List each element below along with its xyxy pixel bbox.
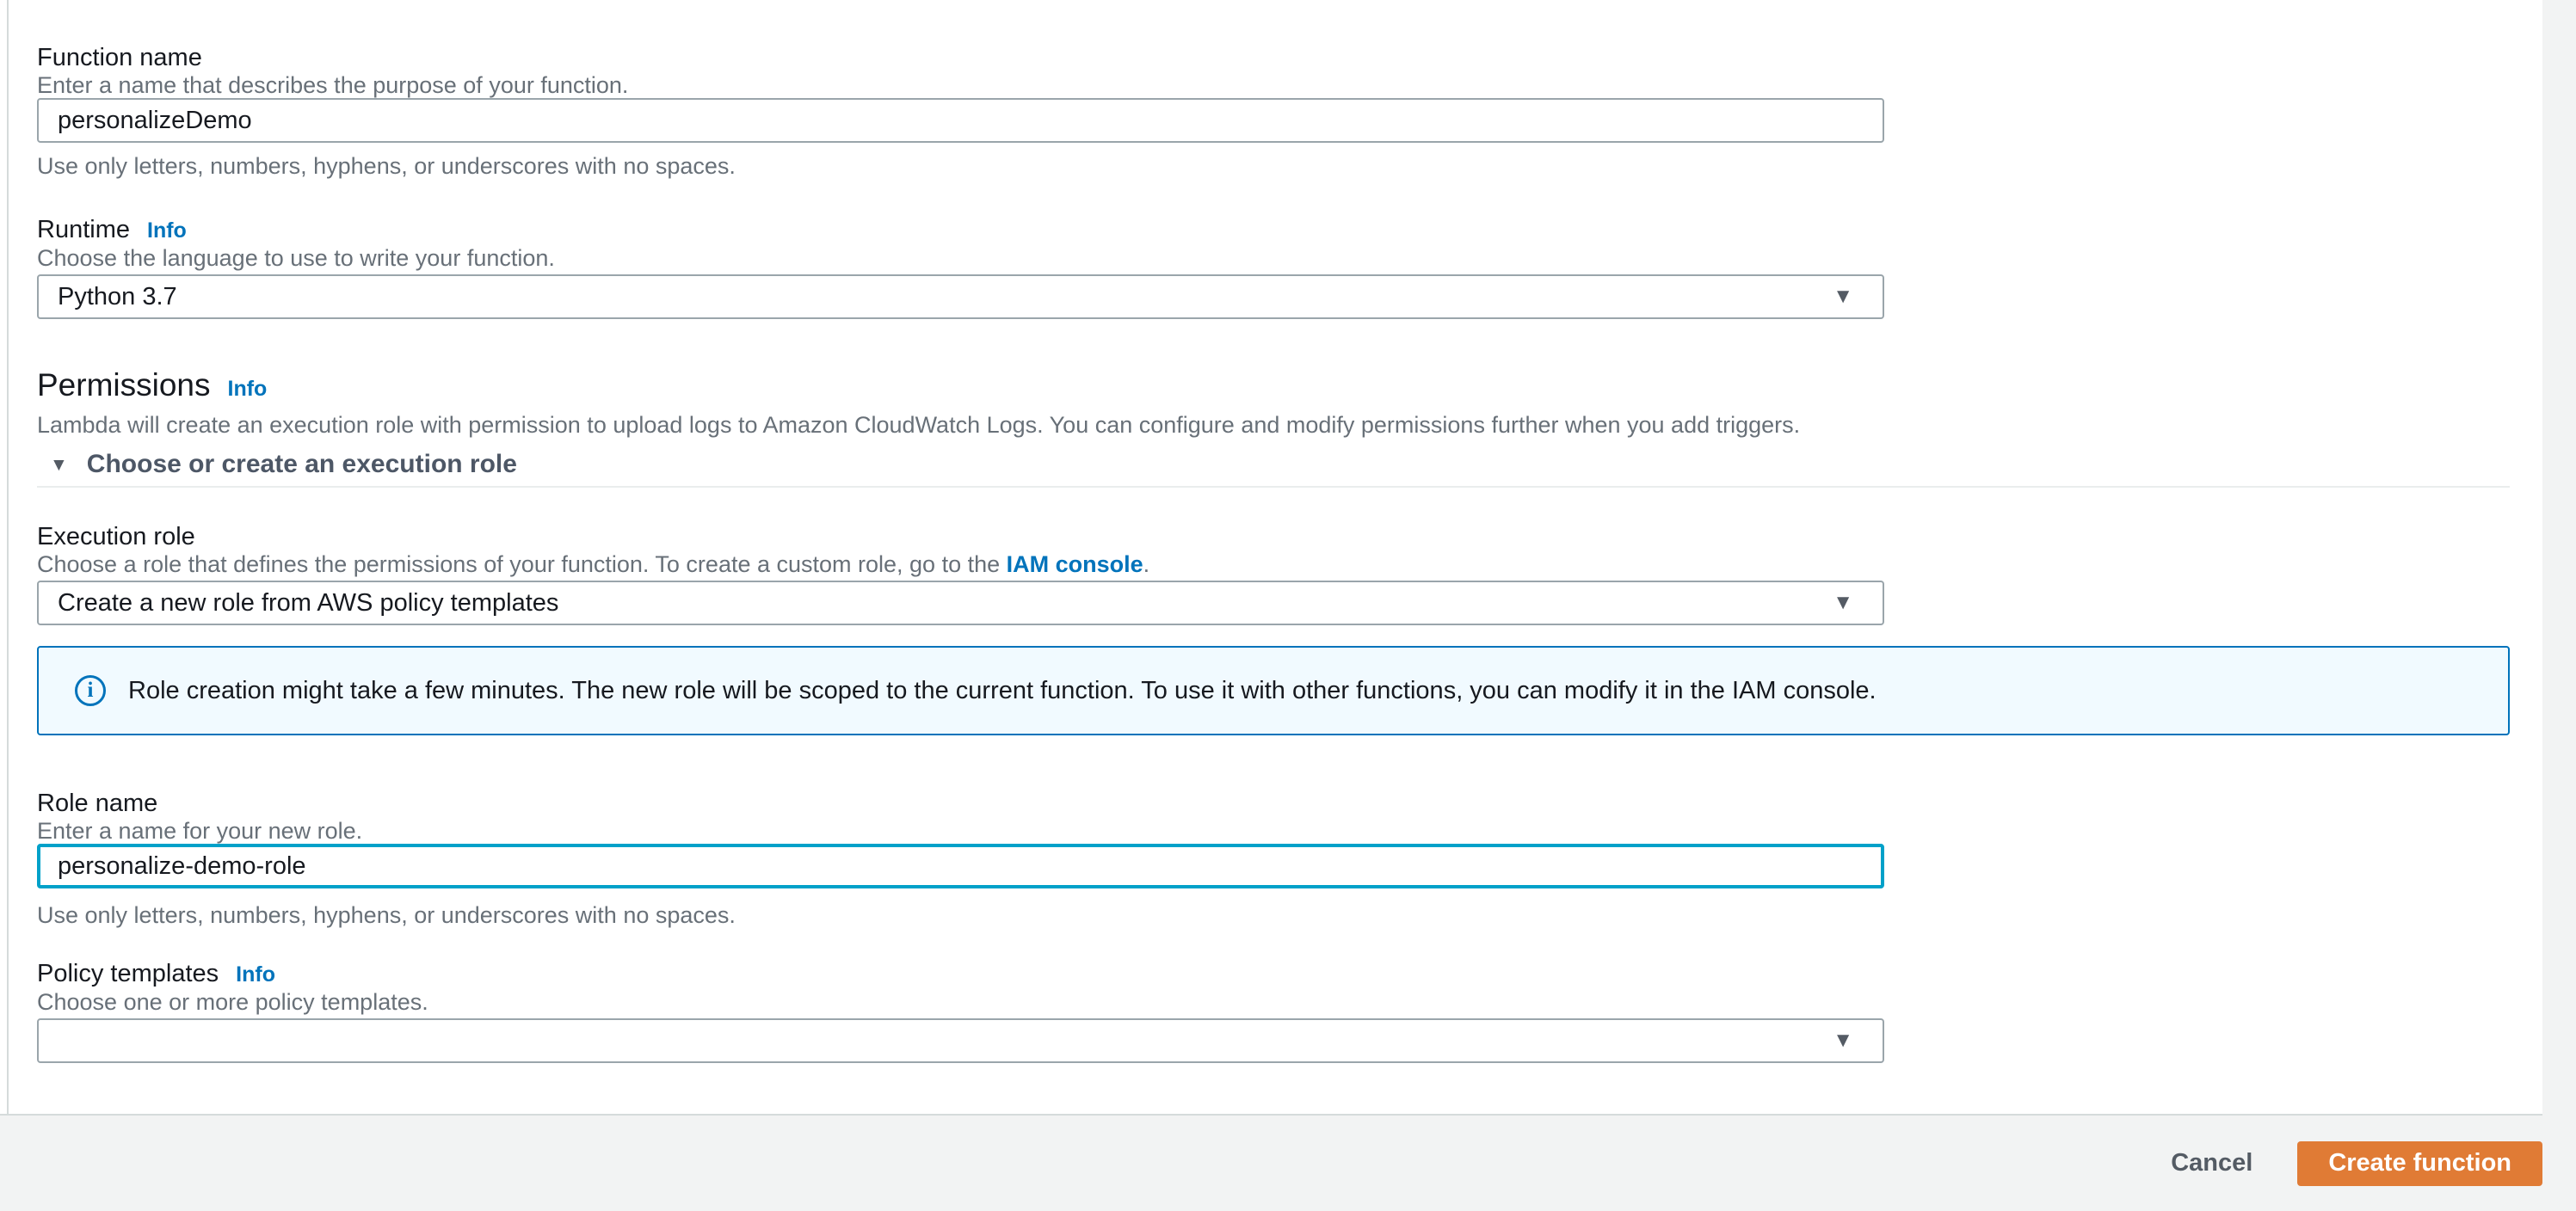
execution-role-description-period: . <box>1143 551 1150 577</box>
function-name-label: Function name <box>37 44 202 71</box>
expander-caret-icon: ▼ <box>50 454 68 475</box>
permissions-heading-row: Permissions Info <box>37 366 2510 409</box>
dropdown-caret-icon: ▼ <box>1833 1029 1853 1052</box>
info-circle-icon: i <box>75 675 106 706</box>
dropdown-caret-icon: ▼ <box>1833 591 1853 614</box>
section-divider <box>37 486 2510 488</box>
policy-templates-description: Choose one or more policy templates. <box>37 989 428 1015</box>
execution-role-expander[interactable]: ▼ Choose or create an execution role <box>37 450 2510 479</box>
role-name-description: Enter a name for your new role. <box>37 818 363 844</box>
function-name-label-row: Function name <box>37 0 2510 72</box>
role-creation-alert: i Role creation might take a few minutes… <box>37 646 2510 735</box>
runtime-select[interactable]: Python 3.7 ▼ <box>37 274 1884 319</box>
cancel-button[interactable]: Cancel <box>2171 1149 2252 1177</box>
execution-role-label-row: Execution role <box>37 522 2510 551</box>
permissions-heading: Permissions <box>37 367 211 403</box>
function-name-description: Enter a name that describes the purpose … <box>37 72 629 98</box>
permissions-description: Lambda will create an execution role wit… <box>37 412 1801 438</box>
runtime-label-row: Runtime Info <box>37 215 2510 245</box>
policy-templates-select[interactable]: ▼ <box>37 1018 1884 1063</box>
role-name-helper: Use only letters, numbers, hyphens, or u… <box>37 902 736 928</box>
scrollbar-gutter <box>2542 0 2576 1211</box>
function-name-helper: Use only letters, numbers, hyphens, or u… <box>37 153 736 179</box>
function-name-input[interactable] <box>37 98 1884 143</box>
execution-role-select[interactable]: Create a new role from AWS policy templa… <box>37 581 1884 625</box>
policy-templates-label: Policy templates <box>37 960 219 987</box>
policy-templates-label-row: Policy templates Info <box>37 959 2510 989</box>
execution-role-description-text: Choose a role that defines the permissio… <box>37 551 1007 577</box>
runtime-description: Choose the language to use to write your… <box>37 245 555 271</box>
panel-left-border <box>7 0 9 1116</box>
role-name-label-row: Role name <box>37 789 2510 818</box>
runtime-info-link[interactable]: Info <box>147 216 187 245</box>
execution-role-select-value: Create a new role from AWS policy templa… <box>58 588 559 617</box>
dropdown-caret-icon: ▼ <box>1833 285 1853 308</box>
execution-role-description: Choose a role that defines the permissio… <box>37 551 2510 577</box>
form-footer: Cancel Create function <box>0 1116 2542 1211</box>
create-function-form: Function name Enter a name that describe… <box>37 0 2510 1063</box>
iam-console-link[interactable]: IAM console <box>1007 551 1143 577</box>
runtime-label: Runtime <box>37 216 130 243</box>
execution-role-label: Execution role <box>37 523 195 550</box>
permissions-info-link[interactable]: Info <box>228 369 268 409</box>
role-name-input[interactable] <box>37 844 1884 888</box>
expander-label: Choose or create an execution role <box>86 450 517 478</box>
runtime-select-value: Python 3.7 <box>58 282 177 310</box>
policy-templates-info-link[interactable]: Info <box>236 960 275 989</box>
create-function-button[interactable]: Create function <box>2297 1140 2542 1186</box>
role-name-label: Role name <box>37 790 158 817</box>
role-creation-alert-text: Role creation might take a few minutes. … <box>128 677 1877 704</box>
